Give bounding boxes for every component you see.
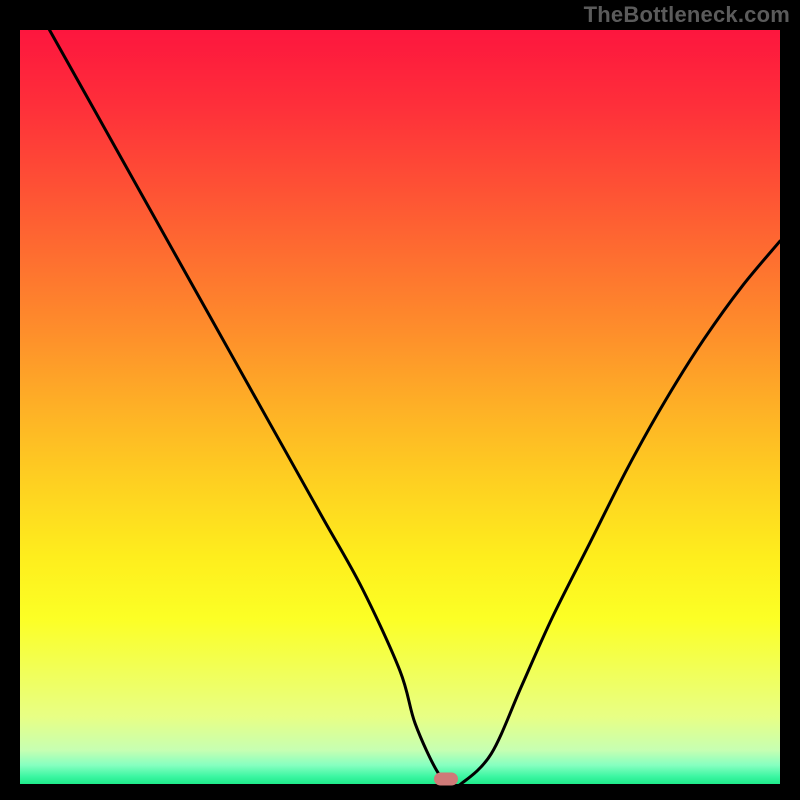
watermark-text: TheBottleneck.com — [584, 2, 790, 28]
bottleneck-curve — [20, 30, 780, 784]
minimum-marker — [434, 772, 458, 785]
chart-frame: TheBottleneck.com — [0, 0, 800, 800]
